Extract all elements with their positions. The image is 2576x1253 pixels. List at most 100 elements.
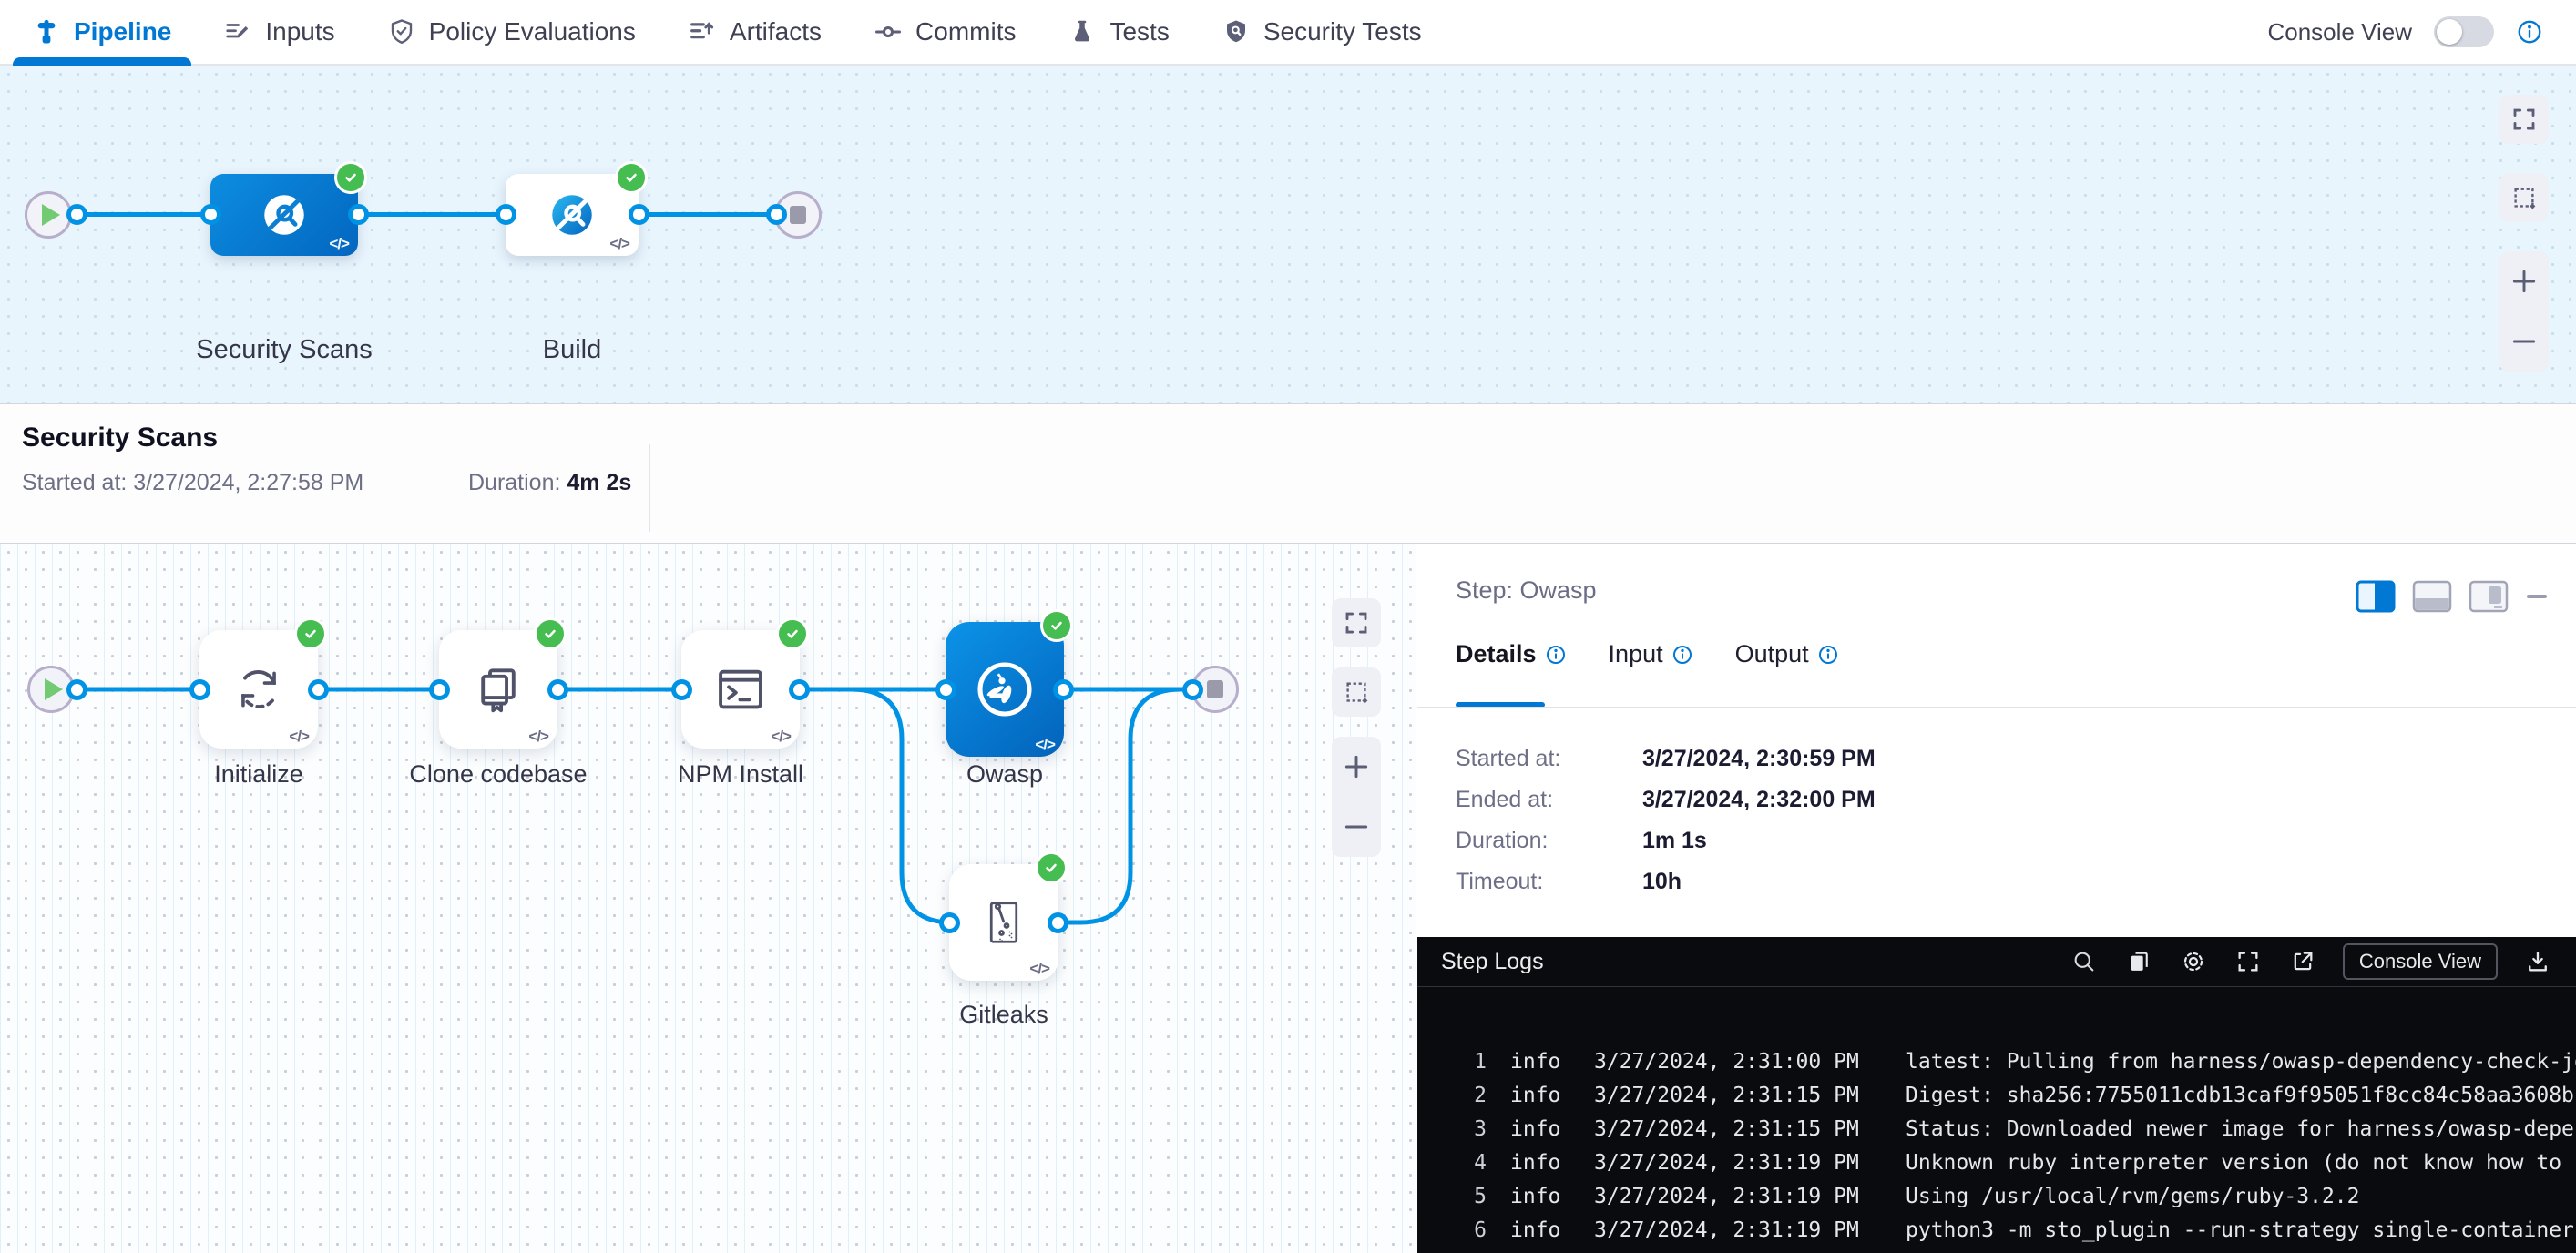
tab-commits[interactable]: Commits — [874, 0, 1016, 64]
artifact-list-icon — [689, 18, 716, 46]
log-level: info — [1510, 1113, 1569, 1146]
log-toolbar: Console View — [2070, 943, 2552, 980]
step-node-initialize[interactable]: </> — [199, 630, 318, 749]
tab-label: Commits — [915, 17, 1016, 46]
code-glyph: </> — [329, 235, 349, 253]
tab-inputs[interactable]: Inputs — [224, 0, 334, 64]
play-icon — [42, 204, 60, 226]
info-icon[interactable] — [1817, 644, 1839, 666]
layout-split-bottom-button[interactable] — [2412, 580, 2452, 613]
stage-label-build[interactable]: Build — [543, 335, 602, 365]
connector-dot — [200, 204, 221, 225]
code-glyph: </> — [289, 728, 309, 746]
step-fullscreen-button[interactable] — [1332, 598, 1381, 647]
stage-fullscreen-button[interactable] — [2499, 95, 2549, 144]
log-line: 5 info 3/27/2024, 2:31:19 PM Using /usr/… — [1417, 1180, 2576, 1214]
step-label-initialize[interactable]: Initialize — [214, 760, 303, 789]
connector-dot — [789, 679, 810, 700]
connector-dot — [766, 204, 787, 225]
step-node-npm-install[interactable]: </> — [681, 630, 800, 749]
tab-details[interactable]: Details — [1456, 640, 1567, 668]
clone-codebase-icon — [470, 661, 526, 718]
tab-tests[interactable]: Tests — [1068, 0, 1169, 64]
connector-dot — [429, 679, 450, 700]
copy-icon[interactable] — [2124, 947, 2153, 976]
log-line: 3 info 3/27/2024, 2:31:15 PM Status: Dow… — [1417, 1113, 2576, 1146]
console-view-button[interactable]: Console View — [2343, 943, 2498, 980]
log-message: Status: Downloaded newer image for harne… — [1906, 1113, 2576, 1146]
log-level: info — [1510, 1180, 1569, 1214]
info-icon[interactable] — [1545, 644, 1567, 666]
step-label-npm-install[interactable]: NPM Install — [678, 760, 803, 789]
tab-pipeline[interactable]: Pipeline — [33, 0, 171, 64]
log-timestamp: 3/27/2024, 2:31:19 PM — [1594, 1146, 1873, 1180]
panel-minimize-button[interactable] — [2525, 580, 2549, 613]
stage-start-node[interactable] — [25, 191, 72, 239]
log-level: info — [1510, 1079, 1569, 1113]
code-glyph: </> — [1029, 960, 1049, 978]
layout-split-right-button[interactable] — [2356, 580, 2396, 613]
log-message: Digest: sha256:7755011cdb13caf9f95051f8c… — [1906, 1079, 2576, 1113]
step-label-clone-codebase[interactable]: Clone codebase — [409, 760, 587, 789]
log-message: Unknown ruby interpreter version (do not… — [1906, 1146, 2576, 1180]
log-lines[interactable]: 1 info 3/27/2024, 2:31:00 PM latest: Pul… — [1417, 987, 2576, 1248]
stage-summary-title: Security Scans — [22, 423, 218, 453]
tab-security-tests[interactable]: Security Tests — [1222, 0, 1422, 64]
log-timestamp: 3/27/2024, 2:31:19 PM — [1594, 1214, 1873, 1248]
console-view-label: Console View — [2267, 18, 2412, 46]
stage-node-build[interactable]: </> — [506, 174, 639, 256]
step-logs-panel: Step Logs — [1417, 937, 2576, 1253]
tab-label: Security Tests — [1263, 17, 1422, 46]
panel-layout-controls — [2356, 580, 2549, 613]
step-marquee-select-button[interactable] — [1332, 667, 1381, 717]
stage-node-security-scans[interactable]: </> — [210, 174, 358, 256]
detail-value: 10h — [1642, 869, 1682, 894]
step-node-owasp[interactable]: </> — [946, 622, 1064, 757]
step-node-gitleaks[interactable]: </> — [949, 864, 1058, 981]
layout-floating-button[interactable] — [2469, 580, 2509, 613]
step-panel-tabs: Details Input Output — [1456, 640, 1839, 668]
tabs-divider — [1417, 707, 2576, 708]
tab-artifacts[interactable]: Artifacts — [689, 0, 822, 64]
code-glyph: </> — [609, 235, 629, 253]
step-label-owasp[interactable]: Owasp — [966, 760, 1043, 789]
log-timestamp: 3/27/2024, 2:31:19 PM — [1594, 1180, 1873, 1214]
stage-marquee-select-button[interactable] — [2499, 173, 2549, 222]
log-timestamp: 3/27/2024, 2:31:00 PM — [1594, 1045, 1873, 1079]
code-glyph: </> — [771, 728, 791, 746]
step-node-clone-codebase[interactable]: </> — [439, 630, 557, 749]
connector-dot — [1048, 912, 1068, 933]
commit-icon — [874, 18, 902, 46]
step-zoom-controls — [1332, 737, 1381, 857]
stage-label-security-scans[interactable]: Security Scans — [196, 335, 372, 365]
search-icon[interactable] — [2070, 947, 2099, 976]
terminal-icon — [712, 661, 769, 718]
zoom-out-button[interactable] — [1342, 812, 1371, 841]
step-label-gitleaks[interactable]: Gitleaks — [959, 1001, 1048, 1029]
step-logs-title: Step Logs — [1441, 949, 1544, 975]
log-message: python3 -m sto_plugin --run-strategy sin… — [1906, 1214, 2576, 1248]
stop-icon — [790, 206, 806, 224]
success-check-badge — [534, 617, 567, 650]
stage-graph-canvas: </> </> — [0, 66, 2576, 404]
info-icon[interactable] — [1671, 644, 1693, 666]
tab-output[interactable]: Output — [1735, 640, 1839, 668]
zoom-in-button[interactable] — [1342, 752, 1371, 781]
info-icon[interactable] — [2516, 18, 2543, 46]
detail-label: Timeout: — [1456, 869, 1636, 895]
fullscreen-icon[interactable] — [2234, 947, 2263, 976]
download-icon[interactable] — [2523, 947, 2552, 976]
tab-input[interactable]: Input — [1609, 640, 1693, 668]
stage-duration: Duration: 4m 2s — [468, 470, 631, 496]
connector-dot — [66, 679, 87, 700]
code-glyph: </> — [528, 728, 548, 746]
console-view-toggle[interactable] — [2434, 16, 2494, 47]
settings-gear-icon[interactable] — [2179, 947, 2208, 976]
open-external-icon[interactable] — [2288, 947, 2317, 976]
zoom-in-button[interactable] — [2510, 267, 2539, 296]
detail-label: Ended at: — [1456, 787, 1636, 813]
duration-label: Duration: — [468, 470, 560, 495]
tab-policy-evaluations[interactable]: Policy Evaluations — [388, 0, 636, 64]
zoom-out-button[interactable] — [2510, 327, 2539, 356]
success-check-badge — [1035, 851, 1068, 884]
